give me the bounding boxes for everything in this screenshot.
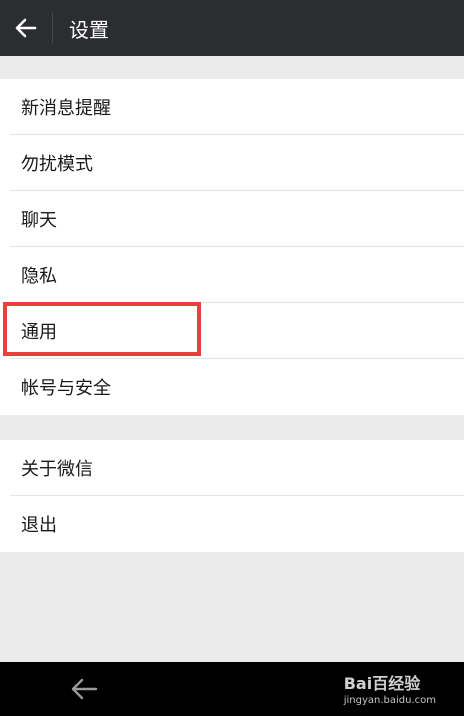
watermark-logo: Bai百经验 — [343, 674, 421, 693]
watermark: Bai百经验 jingyan.baidu.com — [344, 670, 436, 706]
arrow-left-icon — [15, 18, 37, 38]
page-title: 设置 — [69, 17, 109, 42]
settings-item-label: 新消息提醒 — [21, 98, 111, 119]
settings-item-about-wechat[interactable]: 关于微信 — [0, 440, 464, 496]
settings-item-do-not-disturb[interactable]: 勿扰模式 — [0, 135, 464, 191]
settings-item-new-message-alerts[interactable]: 新消息提醒 — [0, 79, 464, 135]
settings-item-label: 勿扰模式 — [21, 154, 93, 175]
settings-group-secondary: 关于微信 退出 — [0, 440, 464, 552]
settings-item-label: 聊天 — [21, 210, 57, 231]
header-divider — [52, 13, 53, 43]
settings-item-chat[interactable]: 聊天 — [0, 191, 464, 247]
top-app-bar: 设置 — [0, 0, 464, 56]
settings-item-account-security[interactable]: 帐号与安全 — [0, 359, 464, 415]
settings-item-label: 通用 — [21, 322, 57, 343]
settings-item-general[interactable]: 通用 — [0, 303, 464, 359]
watermark-url: jingyan.baidu.com — [343, 695, 436, 706]
system-back-button[interactable] — [66, 674, 102, 704]
settings-item-logout[interactable]: 退出 — [0, 496, 464, 552]
settings-group-main: 新消息提醒 勿扰模式 聊天 隐私 通用 帐号与安全 — [0, 79, 464, 415]
settings-item-label: 隐私 — [21, 266, 57, 287]
settings-item-label: 退出 — [21, 515, 57, 536]
settings-item-privacy[interactable]: 隐私 — [0, 247, 464, 303]
back-button[interactable] — [0, 0, 52, 56]
settings-item-label: 帐号与安全 — [21, 378, 111, 399]
arrow-left-icon — [71, 678, 98, 700]
settings-item-label: 关于微信 — [21, 459, 93, 480]
